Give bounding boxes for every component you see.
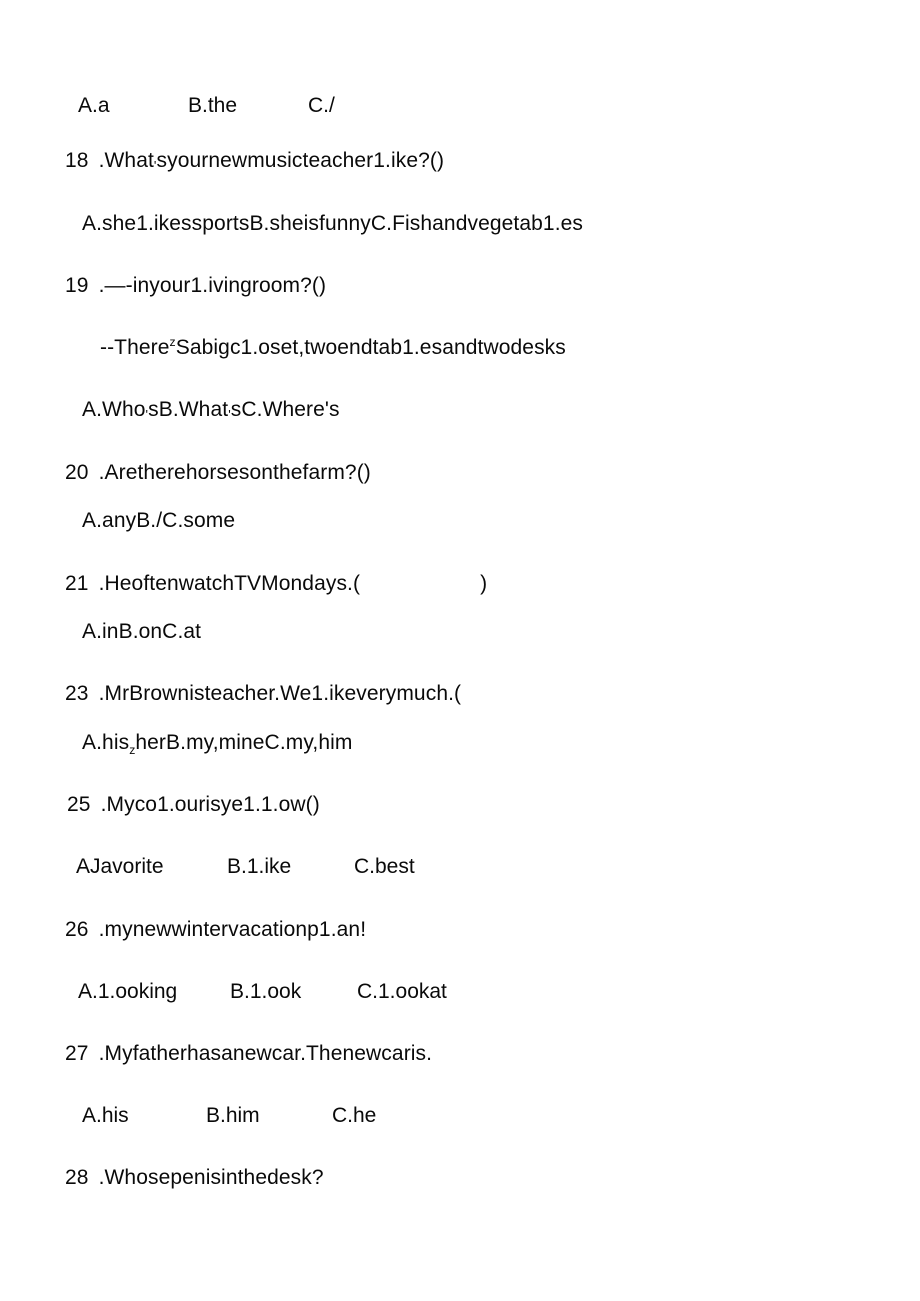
question-27-number: 27 <box>65 1042 89 1065</box>
question-26-option-a: A.1.ooking <box>78 980 178 1003</box>
question-27-option-a: A.his <box>82 1104 129 1127</box>
q17-option-b: B.the <box>188 94 238 117</box>
question-19-option-b: sB.What <box>148 398 229 421</box>
question-19-stem: 19 .—-inyour1.ivingroom?() <box>65 275 326 296</box>
apostrophe-glyph: ' <box>228 406 231 422</box>
question-25-option-a: AJavorite <box>76 855 164 878</box>
apostrophe-glyph: ' <box>145 406 149 422</box>
question-21-text-open: .HeoftenwatchTVMondays.( <box>98 572 361 595</box>
question-27-options-row: A.his B.him C.he <box>82 1105 482 1131</box>
question-19-options: A.Who'sB.What'sC.Where's <box>82 398 340 422</box>
question-26-text: .mynewwintervacationp1.an! <box>98 918 367 941</box>
question-18-stem: 18 .What'syournewmusicteacher1.ike?() <box>65 149 445 173</box>
question-18-text-b: syournewmusicteacher1.ike?() <box>156 149 445 172</box>
question-26-number: 26 <box>65 918 89 941</box>
question-25-text: .Myco1.ourisye1.1.ow() <box>100 793 320 816</box>
q17-options-row: A.a B.the C./ <box>78 95 478 121</box>
question-23-options: A.hiszherB.my,mineC.my,him <box>82 731 353 756</box>
question-26-option-b: B.1.ook <box>230 980 302 1003</box>
question-21-number: 21 <box>65 572 89 595</box>
question-25-option-c: C.best <box>354 855 415 878</box>
document-page: A.a B.the C./ 18 .What'syournewmusicteach… <box>0 0 920 1301</box>
question-21-text-close: ) <box>480 572 488 595</box>
question-19-answer-part2: Sabigc1.oset,twoendtab1.esandtwodesks <box>175 336 566 359</box>
question-19-answer: --TherezSabigc1.oset,twoendtab1.esandtwo… <box>100 336 566 359</box>
question-18-text-a: .What <box>98 149 154 172</box>
question-26-options-row: A.1.ooking B.1.ook C.1.ookat <box>78 981 498 1007</box>
question-25-option-b: B.1.ike <box>227 855 292 878</box>
question-28-number: 28 <box>65 1166 89 1189</box>
question-23-stem: 23 .MrBrownisteacher.We1.ikeverymuch.( <box>65 683 461 704</box>
question-18-number: 18 <box>65 149 89 172</box>
question-26-stem: 26 .mynewwintervacationp1.an! <box>65 919 366 940</box>
question-23-text: .MrBrownisteacher.We1.ikeverymuch.( <box>98 682 462 705</box>
question-27-stem: 27 .Myfatherhasanewcar.Thenewcaris. <box>65 1043 432 1064</box>
question-18-options: A.she1.ikessportsB.sheisfunnyC.Fishandve… <box>82 212 584 235</box>
question-28-text: .Whosepenisinthedesk? <box>98 1166 324 1189</box>
question-23-option-part2: herB.my,mineC.my,him <box>135 731 353 754</box>
question-19-number: 19 <box>65 274 89 297</box>
question-21-options: A.inB.onC.at <box>82 620 202 643</box>
question-27-option-c: C.he <box>332 1104 377 1127</box>
question-20-text: .Aretherehorsesonthefarm?() <box>98 461 371 484</box>
question-20-options: A.anyB./C.some <box>82 509 236 532</box>
q17-option-a: A.a <box>78 94 110 117</box>
question-26-option-c: C.1.ookat <box>357 980 447 1003</box>
question-25-stem: 25 .Myco1.ourisye1.1.ow() <box>67 794 320 815</box>
question-27-text: .Myfatherhasanewcar.Thenewcaris. <box>98 1042 433 1065</box>
question-25-options-row: AJavorite B.1.ike C.best <box>76 856 496 882</box>
question-20-stem: 20 .Aretherehorsesonthefarm?() <box>65 462 371 483</box>
question-23-option-part1: A.his <box>82 731 130 754</box>
question-21-stem: 21 .HeoftenwatchTVMondays.() <box>65 573 487 594</box>
question-19-option-c: sC.Where's <box>230 398 340 421</box>
apostrophe-glyph: ' <box>153 157 157 173</box>
question-19-text: .—-inyour1.ivingroom?() <box>98 274 327 297</box>
question-19-answer-part1: --There <box>100 336 170 359</box>
q17-option-c: C./ <box>308 94 335 117</box>
question-19-option-a: A.Who <box>82 398 146 421</box>
question-28-stem: 28 .Whosepenisinthedesk? <box>65 1167 324 1188</box>
question-25-number: 25 <box>67 793 91 816</box>
question-20-number: 20 <box>65 461 89 484</box>
question-27-option-b: B.him <box>206 1104 260 1127</box>
question-23-number: 23 <box>65 682 89 705</box>
